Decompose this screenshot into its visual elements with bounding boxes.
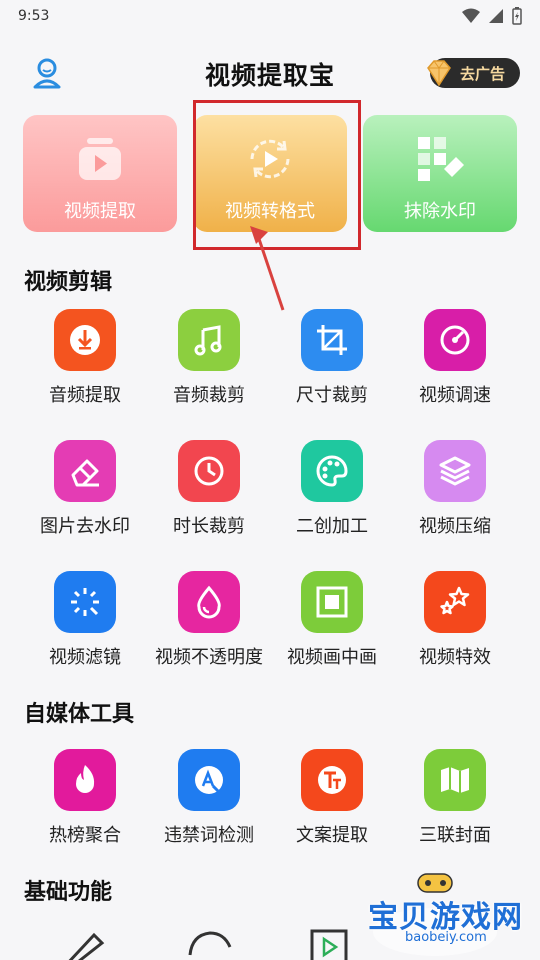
signal-icon [489, 9, 503, 23]
tool-label: 视频画中画 [287, 647, 377, 668]
site-watermark: 宝贝游戏网 baobeiy.com [360, 870, 522, 960]
tool-hot-list[interactable]: 热榜聚合 [20, 749, 150, 859]
picture-in-picture-icon [301, 571, 363, 633]
text-tt-icon [301, 749, 363, 811]
status-icons [462, 7, 522, 25]
convert-cycle-icon [250, 139, 290, 179]
tool-label: 图片去水印 [40, 516, 130, 537]
stars-icon [424, 571, 486, 633]
tool-label: 视频滤镜 [49, 647, 121, 668]
clock-icon [178, 440, 240, 502]
remove-ads-button[interactable]: 去广告 [427, 58, 520, 88]
wifi-icon [462, 8, 480, 23]
speed-dial-icon [424, 309, 486, 371]
tool-duration-trim[interactable]: 时长裁剪 [144, 440, 274, 550]
tool-picture-in-picture[interactable]: 视频画中画 [267, 571, 397, 681]
feature-label: 视频提取 [64, 201, 136, 222]
pen-icon[interactable] [58, 925, 118, 960]
tool-label: 音频裁剪 [173, 385, 245, 406]
tool-label: 三联封面 [419, 825, 491, 846]
tool-label: 视频调速 [419, 385, 491, 406]
tool-video-compress[interactable]: 视频压缩 [390, 440, 520, 550]
remove-ads-label: 去广告 [460, 64, 506, 83]
video-extract-card[interactable]: 视频提取 [23, 115, 177, 232]
remove-watermark-card[interactable]: 抹除水印 [363, 115, 517, 232]
diamond-icon [427, 60, 451, 87]
tool-label: 视频压缩 [419, 516, 491, 537]
tool-label: 视频特效 [419, 647, 491, 668]
tool-label: 热榜聚合 [49, 825, 121, 846]
annotation-arrow-icon [250, 226, 285, 311]
tool-image-remove-watermark[interactable]: 图片去水印 [20, 440, 150, 550]
crop-icon [301, 309, 363, 371]
watermark-url: baobeiy.com [405, 930, 487, 945]
tool-triple-cover[interactable]: 三联封面 [390, 749, 520, 859]
tool-video-opacity[interactable]: 视频不透明度 [144, 571, 274, 681]
status-time: 9:53 [18, 8, 50, 24]
tool-video-speed[interactable]: 视频调速 [390, 309, 520, 419]
droplet-icon [178, 571, 240, 633]
refresh-icon[interactable] [180, 925, 240, 960]
tool-secondary-creation[interactable]: 二创加工 [267, 440, 397, 550]
tool-banned-word-check[interactable]: 违禁词检测 [144, 749, 274, 859]
header: 视频提取宝 去广告 [0, 48, 540, 98]
palette-icon [301, 440, 363, 502]
tool-label: 二创加工 [296, 516, 368, 537]
feature-label: 视频转格式 [225, 201, 315, 222]
search-a-icon [178, 749, 240, 811]
eraser-icon [54, 440, 116, 502]
tool-label: 文案提取 [296, 825, 368, 846]
feature-label: 抹除水印 [404, 201, 476, 222]
tool-video-filter[interactable]: 视频滤镜 [20, 571, 150, 681]
music-note-icon [178, 309, 240, 371]
eraser-grid-icon [418, 137, 464, 181]
video-play-icon [79, 138, 121, 180]
audio-extract-icon [54, 309, 116, 371]
section-title-self-media: 自媒体工具 [24, 702, 135, 727]
tool-label: 视频不透明度 [155, 647, 263, 668]
tool-audio-extract[interactable]: 音频提取 [20, 309, 150, 419]
tool-label: 音频提取 [49, 385, 121, 406]
tool-size-crop[interactable]: 尺寸裁剪 [267, 309, 397, 419]
status-bar: 9:53 [0, 0, 540, 32]
tool-audio-trim[interactable]: 音频裁剪 [144, 309, 274, 419]
video-file-icon[interactable] [302, 925, 362, 960]
fire-icon [54, 749, 116, 811]
battery-icon [512, 7, 522, 25]
tool-video-effects[interactable]: 视频特效 [390, 571, 520, 681]
map-fold-icon [424, 749, 486, 811]
section-title-video-edit: 视频剪辑 [24, 270, 113, 295]
magic-wand-icon [54, 571, 116, 633]
layers-icon [424, 440, 486, 502]
tool-label: 时长裁剪 [173, 516, 245, 537]
tool-label: 尺寸裁剪 [296, 385, 368, 406]
section-title-basic: 基础功能 [24, 880, 113, 905]
video-convert-card[interactable]: 视频转格式 [193, 115, 347, 232]
tool-label: 违禁词检测 [164, 825, 254, 846]
feature-cards: 视频提取 视频转格式 抹除水印 [23, 115, 517, 232]
tool-copy-extract[interactable]: 文案提取 [267, 749, 397, 859]
